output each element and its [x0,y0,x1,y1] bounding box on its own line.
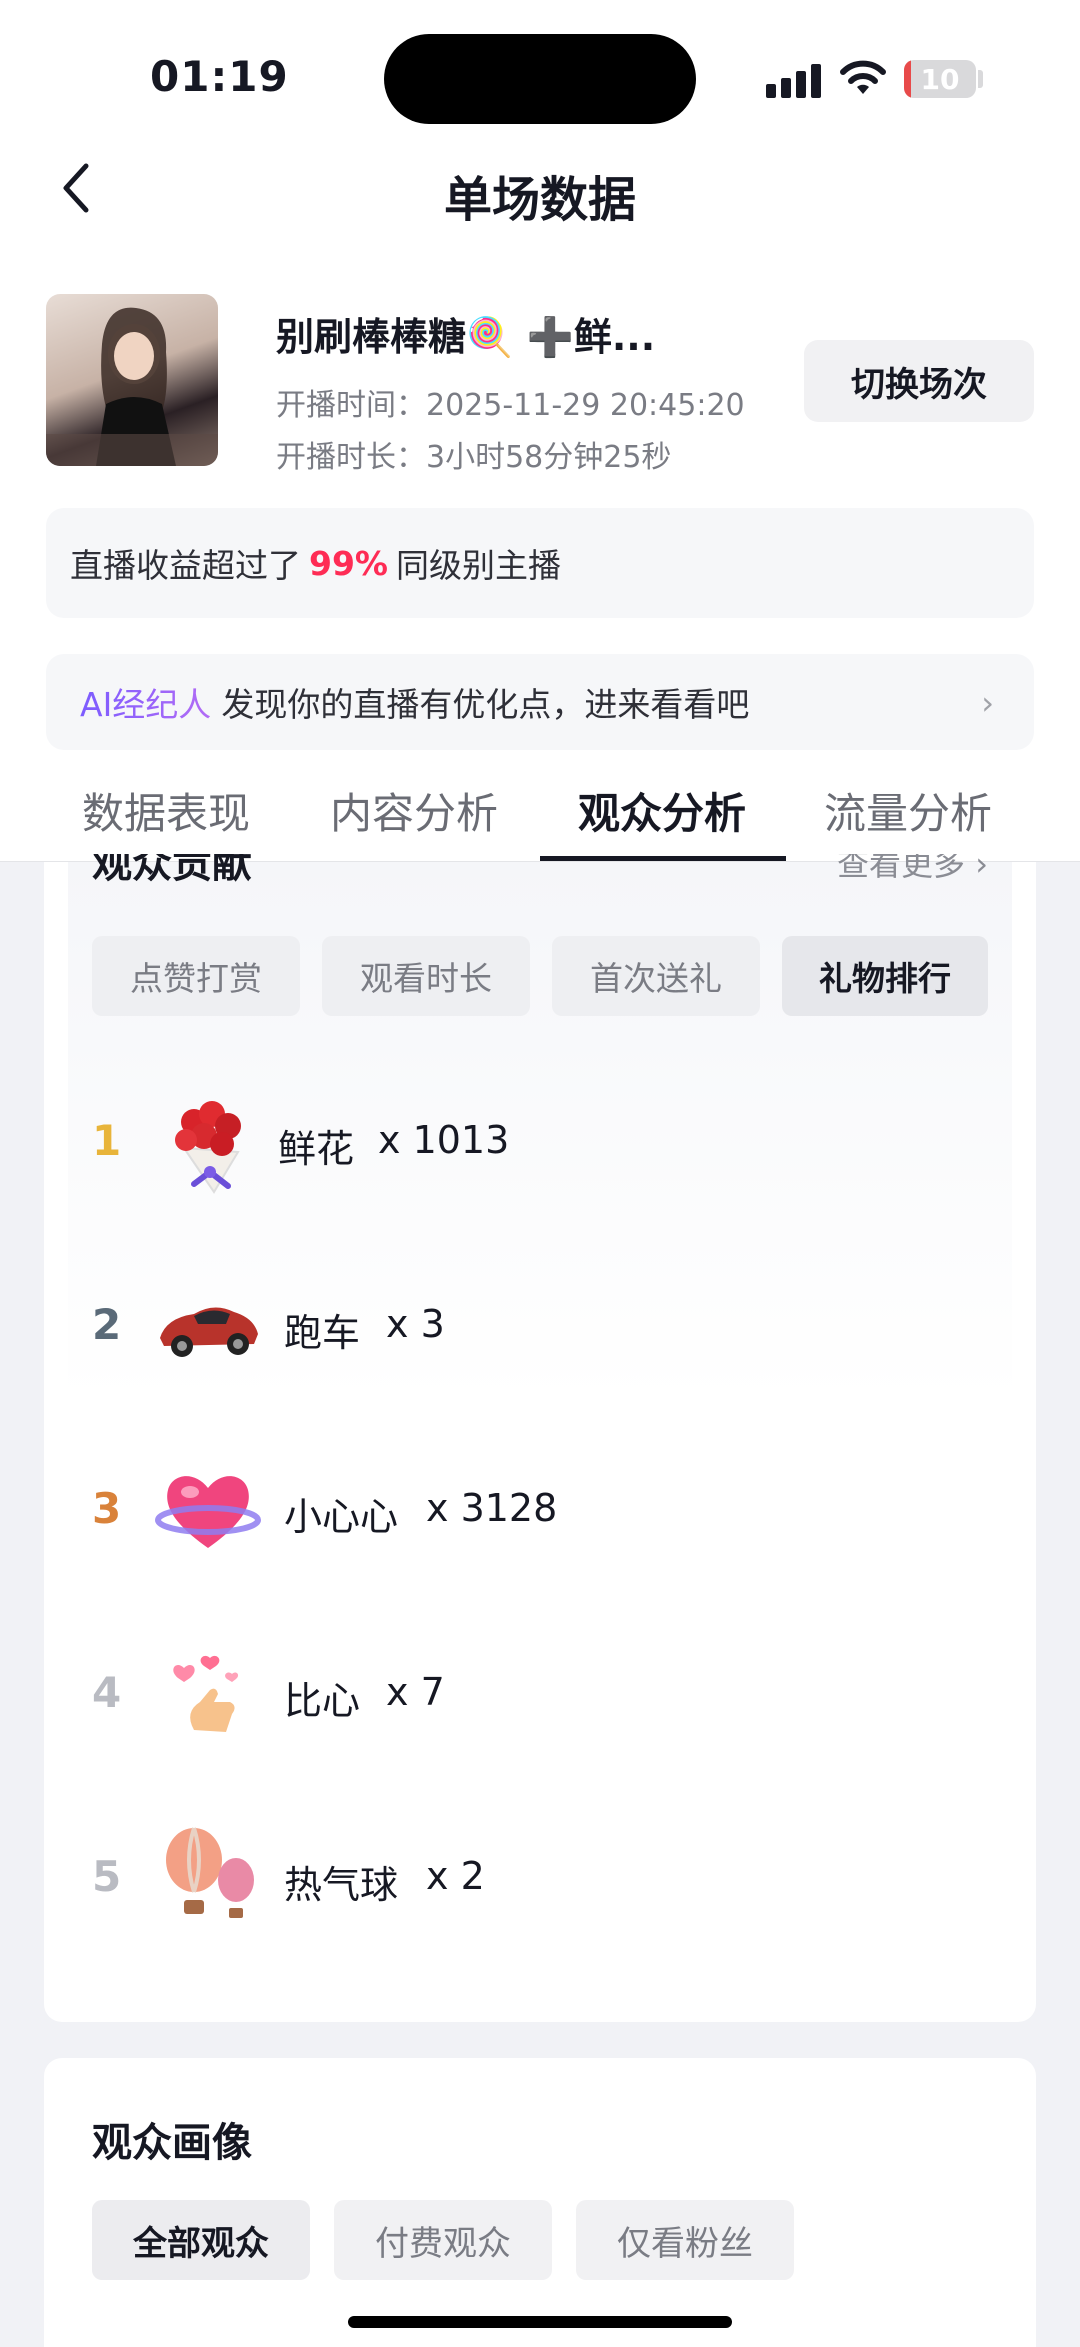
dynamic-island [384,34,696,124]
battery-level: 10 [920,63,960,96]
hot-air-balloon-icon [166,1827,254,1918]
earnings-banner: 直播收益超过了 99% 同级别主播 [46,508,1034,618]
bouquet-icon [175,1101,241,1194]
chip-paid-audience[interactable]: 付费观众 [334,2200,552,2280]
tab-data-performance[interactable]: 数据表现 [82,780,250,841]
gift-count: x 7 [386,1670,445,1714]
gift-name: 比心 [284,1679,361,1723]
rank-number: 3 [92,1484,122,1533]
gift-name: 鲜花 [278,1127,355,1171]
chip-fans-only[interactable]: 仅看粉丝 [576,2200,794,2280]
live-duration: 开播时长：3小时58分钟25秒 [276,440,672,475]
home-indicator[interactable] [348,2316,732,2328]
earnings-prefix: 直播收益超过了 [70,546,301,585]
tab-content-analysis[interactable]: 内容分析 [330,780,498,841]
chip-likes-tips[interactable]: 点赞打赏 [92,936,300,1016]
gift-count: x 1013 [378,1118,510,1162]
earnings-percent: 99% [309,543,388,583]
gift-count: x 3 [386,1302,445,1346]
status-time: 01:19 [150,52,289,101]
chip-watch-time[interactable]: 观看时长 [322,936,530,1016]
sports-car-icon [160,1307,258,1357]
wifi-icon [840,60,886,94]
avatar-illustration [46,307,218,466]
tab-bar: 数据表现 内容分析 观众分析 流量分析 [0,770,1080,862]
host-avatar[interactable] [46,294,218,466]
gift-count: x 3128 [426,1486,558,1530]
top-section: 01:19 10 单场数据 别刷棒棒糖🍭 ➕鲜... 开播时间：2025-11-… [0,0,1080,862]
chip-all-audience[interactable]: 全部观众 [92,2200,310,2280]
battery-icon: 10 [904,60,976,98]
rank-number: 2 [92,1300,122,1349]
gift-count: x 2 [426,1854,485,1898]
audience-profile-card: 观众画像 全部观众 付费观众 仅看粉丝 [44,2058,1036,2347]
tab-audience-analysis[interactable]: 观众分析 [578,780,746,841]
earnings-suffix: 同级别主播 [396,546,561,585]
ai-agent-label: AI经纪人 [80,678,211,726]
gift-name: 热气球 [284,1863,399,1907]
gift-rank-row: 2 跑车 x 3 [92,1266,992,1386]
heart-icon [155,1476,261,1548]
chip-gift-ranking[interactable]: 礼物排行 [782,936,988,1016]
section-title-contribution: 观众贡献 [92,854,252,884]
active-tab-indicator [540,856,786,861]
audience-contribution-card: 观众贡献 查看更多 › 点赞打赏 观看时长 首次送礼 礼物排行 1 鲜花 x 1… [44,854,1036,2022]
gift-rank-row: 3 小心心 x 3128 [92,1450,992,1570]
page-title: 单场数据 [443,172,636,228]
switch-session-button[interactable]: 切换场次 [804,340,1034,422]
start-time: 开播时间：2025-11-29 20:45:20 [276,388,745,423]
chevron-right-icon: › [981,684,994,722]
ai-agent-banner[interactable]: AI经纪人 发现你的直播有优化点，进来看看吧 › [46,654,1034,750]
rank-number: 5 [92,1852,122,1901]
ai-agent-text: 发现你的直播有优化点，进来看看吧 [221,685,750,724]
gift-rank-row: 1 鲜花 x 1013 [92,1082,992,1202]
rank-number: 1 [92,1116,122,1165]
cellular-signal-icon [766,62,822,98]
chip-first-gift[interactable]: 首次送礼 [552,936,760,1016]
section-title-profile: 观众画像 [92,2120,252,2166]
see-more-link[interactable]: 查看更多 › [837,854,988,884]
rank-number: 4 [92,1668,122,1717]
host-name: 别刷棒棒糖🍭 ➕鲜... [276,315,656,359]
finger-heart-icon [173,1655,239,1732]
gift-rank-row: 4 比心 x 7 [92,1634,992,1754]
gift-name: 小心心 [284,1495,399,1539]
gift-name: 跑车 [284,1311,361,1355]
battery-cap [978,70,983,88]
tab-traffic-analysis[interactable]: 流量分析 [824,780,992,841]
gift-rank-row: 5 热气球 x 2 [92,1818,992,1938]
